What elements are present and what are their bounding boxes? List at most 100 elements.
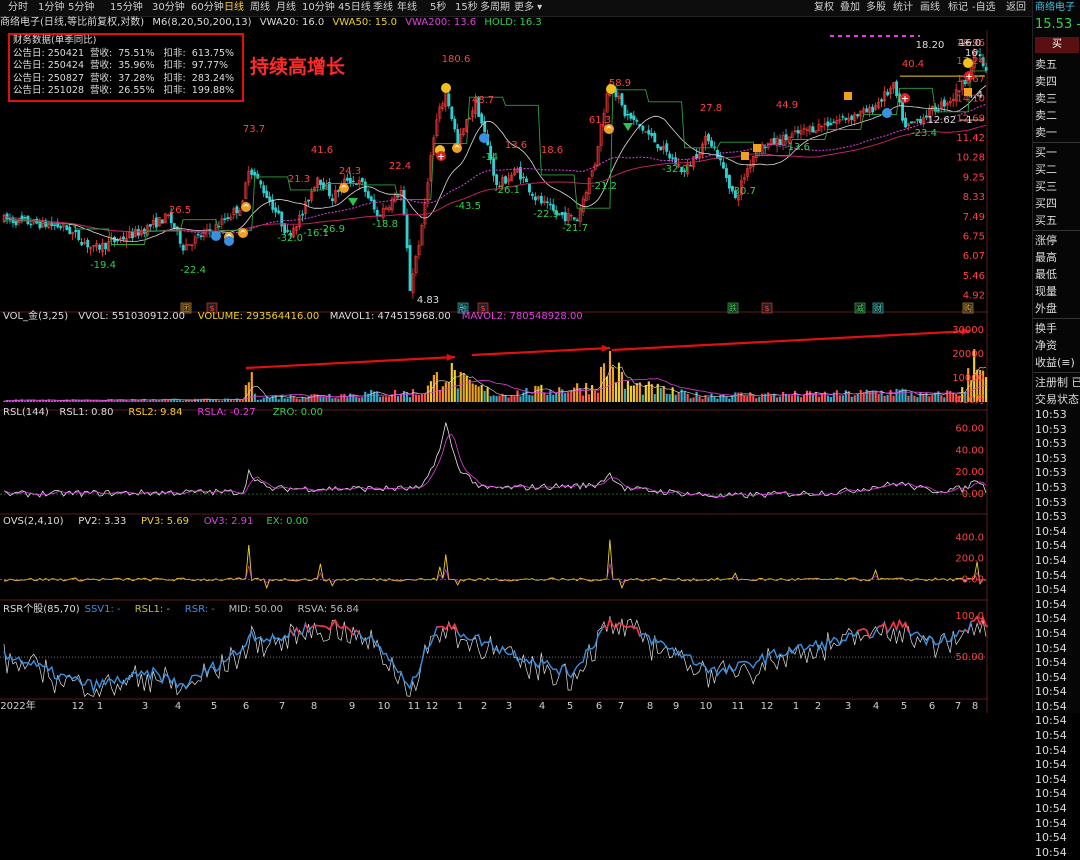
price-annotation: -22.9 [533, 209, 559, 220]
stat2-2: 收益(≡) [1035, 356, 1075, 369]
volume-bar [474, 384, 477, 402]
period-tab-14[interactable]: 15秒 [455, 0, 478, 16]
time-axis-label: 9 [673, 701, 679, 712]
time-axis-label: 2022年 [0, 699, 35, 712]
volume-bar [543, 392, 546, 402]
price-annotation: 26.5 [169, 205, 191, 216]
trade-status-label: 交易状态 [1035, 393, 1079, 406]
time-axis-label: 8 [972, 701, 978, 712]
period-tab-8[interactable]: 月线 [276, 0, 296, 16]
volume-bar [498, 395, 501, 402]
candle-body [86, 239, 90, 248]
rsva-label: RSVA: 56.84 [298, 604, 359, 615]
volume-bar [414, 394, 418, 402]
quote-stock-name[interactable]: 商络电子 [1033, 0, 1080, 16]
volume-bar [668, 394, 671, 402]
candle-body [369, 196, 373, 201]
time-axis-label: 4 [175, 701, 181, 712]
period-tab-1[interactable]: 1分钟 [38, 0, 64, 16]
ov3-label: OV3: 2.91 [204, 516, 254, 527]
volume-bar [337, 398, 340, 402]
zro-label: ZRO: 0.00 [273, 407, 323, 418]
tick-time: 10:54 [1035, 524, 1067, 538]
candle-body [328, 182, 331, 197]
orange-square-icon [964, 88, 972, 96]
price-annotation: -22.4 [180, 265, 206, 276]
candle-body [572, 217, 576, 220]
price-annotation: 4.83 [417, 295, 439, 306]
trend-arrow-line [245, 355, 456, 370]
period-tab-7[interactable]: 周线 [250, 0, 270, 16]
period-tab-12[interactable]: 年线 [397, 0, 417, 16]
stat2-0: 换手 [1035, 322, 1057, 335]
candle-body [172, 223, 176, 229]
volume-bar [767, 392, 770, 402]
vol-axis-label: 10000 [952, 373, 984, 384]
tool-5[interactable]: 标记 [948, 0, 968, 16]
sell-level-0: 卖五 [1035, 58, 1057, 71]
tick-time: 10:54 [1035, 641, 1067, 655]
tool-7[interactable]: 返回 [1006, 0, 1026, 16]
period-tab-16[interactable]: 更多 ▾ [514, 0, 542, 16]
tool-3[interactable]: 统计 [893, 0, 913, 16]
candle-body [534, 196, 537, 201]
volume-bar [805, 390, 809, 402]
orange-square-icon [741, 152, 749, 160]
period-tab-0[interactable]: 分时 [8, 0, 28, 16]
volume-bar [725, 396, 728, 402]
volume-bar [462, 372, 465, 402]
up-signal-icon-glyph: ^ [453, 145, 461, 155]
buy-button[interactable]: 买 [1035, 37, 1079, 53]
ovs-title: OVS(2,4,10) [3, 516, 64, 527]
volume-bar [791, 395, 794, 402]
volume-bar [782, 391, 785, 402]
tool-0[interactable]: 复权 [814, 0, 834, 16]
tool-6[interactable]: -自选 [972, 0, 996, 16]
tool-4[interactable]: 画线 [920, 0, 940, 16]
candle-body [199, 235, 203, 238]
buy-level-0: 买一 [1035, 146, 1057, 159]
tick-time: 10:54 [1035, 816, 1067, 830]
volume-bar [698, 396, 701, 402]
vol-axis-label: 20000 [952, 349, 984, 360]
price-annotation: -23.4 [911, 128, 937, 139]
period-tab-2[interactable]: 5分钟 [68, 0, 94, 16]
m6-label[interactable]: M6(8,20,50,200,13) [152, 17, 251, 28]
period-tab-3[interactable]: 15分钟 [110, 0, 143, 16]
tool-2[interactable]: 多股 [866, 0, 886, 16]
buy-list: 买一 买二 买三 买四 买五 [1033, 144, 1080, 229]
volume-bar [626, 380, 629, 402]
time-axis-label: 6 [243, 701, 249, 712]
volume-bar [850, 396, 853, 402]
price-axis-label: 11.42 [956, 133, 985, 144]
price-annotation: 24.3 [339, 166, 361, 177]
period-tab-6[interactable]: 日线 [224, 0, 244, 16]
volume-bar [155, 400, 158, 402]
candle-body [331, 198, 334, 202]
tool-1[interactable]: 叠加 [840, 0, 860, 16]
volume-bar [286, 398, 289, 402]
quote-price: 15.53 - [1033, 16, 1080, 34]
volume-bar [692, 397, 695, 402]
period-tab-15[interactable]: 多周期 [480, 0, 510, 16]
tick-time: 10:54 [1035, 802, 1067, 816]
period-tab-13[interactable]: 5秒 [430, 0, 446, 16]
volume-bar [755, 398, 758, 402]
candle-body [495, 174, 499, 185]
volume-bar [808, 391, 812, 402]
tick-time-list: 10:53 10:53 10:53 10:53 10:53 10:53 10:53 10:53… [1033, 408, 1080, 860]
volume-bar [232, 400, 235, 402]
period-tab-5[interactable]: 60分钟 [191, 0, 224, 16]
volume-bar [310, 394, 313, 402]
period-tab-11[interactable]: 季线 [373, 0, 393, 16]
period-tab-4[interactable]: 30分钟 [152, 0, 185, 16]
candle-body [763, 146, 767, 149]
volume-bar [880, 390, 883, 402]
volume-bar [638, 382, 641, 402]
chart-canvas[interactable]: 18.9617.2415.6714.1012.6911.4210.289.258… [0, 30, 988, 713]
period-tab-10[interactable]: 45日线 [338, 0, 371, 16]
candle-body [307, 199, 310, 202]
volume-bar [319, 397, 322, 402]
volume-bar [728, 398, 731, 402]
period-tab-9[interactable]: 10分钟 [302, 0, 335, 16]
